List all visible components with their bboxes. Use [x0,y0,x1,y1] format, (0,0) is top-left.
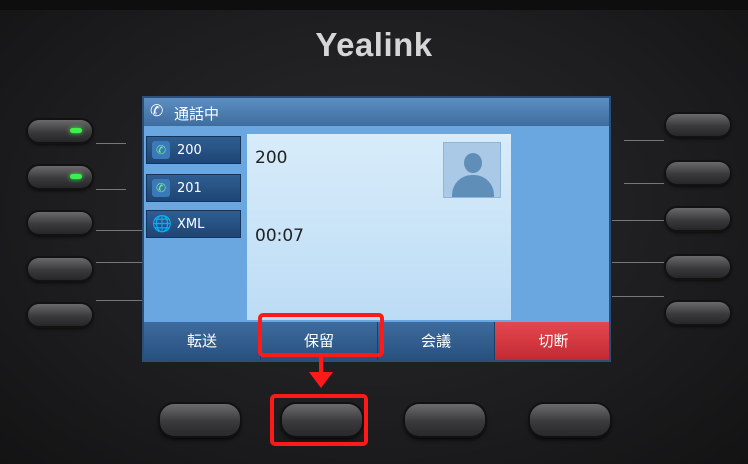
connector-line [612,220,664,221]
connector-line [96,300,142,301]
highlight-hold-softkey [258,313,384,357]
caller-number: 200 [255,148,288,168]
line-label: 200 [177,143,202,158]
right-line-key-3[interactable] [666,208,730,230]
connector-line [96,262,142,263]
call-info-panel: 200 00:07 [247,134,511,320]
line-label: 201 [177,181,202,196]
status-title-bar: ✆ 通話中 [144,98,609,126]
brand-logo: Yealink [315,26,433,63]
left-line-key-3[interactable] [28,212,92,234]
connector-line [612,296,664,297]
softkey-transfer[interactable]: 転送 [144,322,261,360]
connector-line [624,183,664,184]
line-button-201[interactable]: ✆ 201 [146,174,241,202]
left-line-key-5[interactable] [28,304,92,326]
line-label: XML [177,217,205,232]
hardware-softkey-1[interactable] [160,404,240,436]
line-led-2 [70,174,82,179]
left-line-key-2[interactable] [28,166,92,188]
connector-line [96,189,126,190]
screen-title: 通話中 [174,105,220,123]
left-line-key-1[interactable] [28,120,92,142]
phone-active-icon: ✆ [152,141,170,159]
hardware-softkey-4[interactable] [530,404,610,436]
connector-line [624,140,664,141]
hardware-softkey-3[interactable] [405,404,485,436]
arrow-down-icon [309,372,333,388]
connector-line [96,143,126,144]
handset-icon: ✆ [150,101,164,120]
phone-top-edge [0,0,748,10]
softkey-conference[interactable]: 会議 [378,322,495,360]
globe-icon: 🌐 [152,214,172,233]
left-line-key-4[interactable] [28,258,92,280]
call-duration: 00:07 [255,226,304,246]
right-line-key-2[interactable] [666,162,730,184]
right-line-key-5[interactable] [666,302,730,324]
line-button-xml[interactable]: 🌐 XML [146,210,241,238]
phone-active-icon: ✆ [152,179,170,197]
connector-line [96,230,142,231]
softkey-end-call[interactable]: 切断 [495,322,609,360]
right-line-key-1[interactable] [666,114,730,136]
right-line-key-4[interactable] [666,256,730,278]
contact-avatar-icon [443,142,501,198]
connector-line [612,262,664,263]
phone-body: Yealink ✆ 通話中 ✆ 200 ✆ 201 🌐 XML 200 00:0… [0,0,748,464]
line-button-200[interactable]: ✆ 200 [146,136,241,164]
line-led-1 [70,128,82,133]
highlight-hardware-key-2 [270,394,368,446]
